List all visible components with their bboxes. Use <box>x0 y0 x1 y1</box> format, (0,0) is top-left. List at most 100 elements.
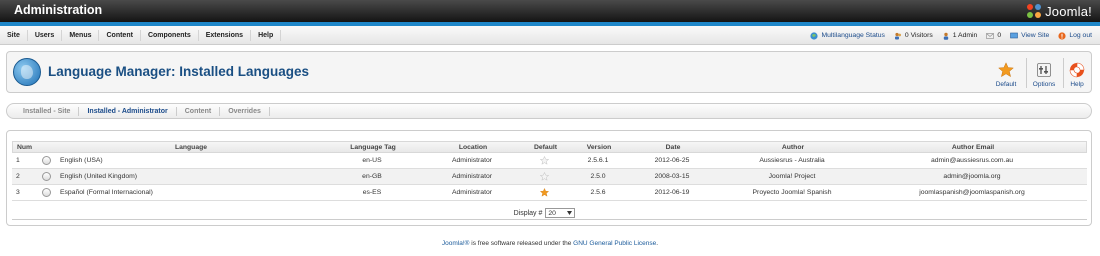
multilanguage-status-link[interactable]: Multilanguage Status <box>810 31 885 40</box>
col-language[interactable]: Language <box>61 142 321 152</box>
admin-header: Administration Joomla! <box>0 0 1100 22</box>
row-author-email: admin@aussiesrus.com.au <box>930 157 1014 164</box>
row-author: Joomla! Project <box>768 173 816 180</box>
row-author: Aussiesrus - Australia <box>759 157 825 164</box>
multilanguage-status-label: Multilanguage Status <box>821 32 885 39</box>
language-subnav: Installed - Site Installed - Administrat… <box>6 103 1092 119</box>
table-row: 3 Español (Formal Internacional) es-ES Admi… <box>12 185 1087 201</box>
row-default-toggle[interactable] <box>522 169 567 184</box>
gpl-license-link[interactable]: GNU General Public License <box>573 240 656 247</box>
options-button-label: Options <box>1032 81 1056 88</box>
display-label: Display # <box>513 209 543 217</box>
admin-user-icon <box>943 32 948 40</box>
view-site-link[interactable]: View Site <box>1010 32 1049 40</box>
set-default-star-icon <box>540 172 549 181</box>
help-button[interactable]: Help <box>1066 56 1088 89</box>
row-location: Administrator <box>451 157 493 164</box>
row-default-toggle[interactable] <box>522 185 567 200</box>
row-select-radio[interactable] <box>42 169 51 184</box>
help-button-label: Help <box>1070 81 1084 88</box>
default-button-label: Default <box>995 81 1017 88</box>
admins-count: 1 Admin <box>942 32 978 40</box>
options-button[interactable]: Options <box>1029 56 1059 89</box>
row-location: Administrator <box>451 189 493 196</box>
row-author-email: joomlaspanish@joomlaspanish.org <box>919 189 1025 196</box>
row-date: 2008-03-15 <box>654 173 690 180</box>
visitors-count: 0 Visitors <box>894 32 933 40</box>
admins-label: 1 Admin <box>952 32 978 39</box>
menu-content[interactable]: Content <box>99 30 141 41</box>
default-star-icon <box>540 188 549 197</box>
toolbar-divider <box>1063 58 1064 88</box>
menu-extensions[interactable]: Extensions <box>199 30 252 41</box>
logout-label: Log out <box>1069 32 1092 39</box>
col-author[interactable]: Author <box>733 142 853 152</box>
tab-content[interactable]: Content <box>177 106 221 116</box>
visitors-label: 0 Visitors <box>904 32 933 39</box>
languages-panel: Num Language Language Tag Location Defau… <box>6 130 1092 226</box>
col-language-tag[interactable]: Language Tag <box>333 142 413 152</box>
help-lifebuoy-icon <box>1069 62 1085 78</box>
col-author-email[interactable]: Author Email <box>873 142 1073 152</box>
menu-help[interactable]: Help <box>251 30 282 41</box>
row-language-name: English (USA) <box>60 157 103 164</box>
joomla-logo[interactable]: Joomla! <box>1027 2 1092 20</box>
pagination-display: Display # 20 <box>7 207 1082 219</box>
default-button[interactable]: Default <box>992 56 1020 89</box>
row-select-radio[interactable] <box>42 153 51 168</box>
row-num: 3 <box>16 189 20 196</box>
row-select-radio[interactable] <box>42 185 51 200</box>
globe-icon <box>810 31 819 40</box>
table-row: 2 English (United Kingdom) en-GB Administra… <box>12 169 1087 185</box>
row-num: 2 <box>16 173 20 180</box>
tab-installed-site[interactable]: Installed - Site <box>15 106 80 116</box>
footer-suffix: . <box>656 240 659 247</box>
row-language-tag: en-US <box>362 157 382 164</box>
status-bar: Multilanguage Status 0 Visitors 1 Admin … <box>810 26 1092 45</box>
main-menu: Site Users Menus Content Components Exte… <box>0 26 282 45</box>
joomla-link[interactable]: Joomla!® <box>442 240 470 247</box>
messages-label: 0 <box>997 32 1002 39</box>
language-manager-icon <box>13 58 41 86</box>
menu-site[interactable]: Site <box>0 30 28 41</box>
display-limit-value: 20 <box>548 209 556 217</box>
messages-count[interactable]: 0 <box>986 32 1001 40</box>
row-language-name: English (United Kingdom) <box>60 173 138 180</box>
mail-icon <box>986 32 995 39</box>
menu-components[interactable]: Components <box>141 30 199 41</box>
col-default[interactable]: Default <box>523 142 568 152</box>
view-site-label: View Site <box>1021 32 1050 39</box>
footer-text: is free software released under the <box>469 240 574 247</box>
row-author: Proyecto Joomla! Spanish <box>752 189 832 196</box>
row-language-tag: en-GB <box>362 173 382 180</box>
menu-bar: Site Users Menus Content Components Exte… <box>0 26 1100 45</box>
logout-link[interactable]: Log out <box>1058 31 1092 40</box>
page-footer: Joomla!® is free software released under… <box>0 240 1100 247</box>
row-date: 2012-06-19 <box>654 189 690 196</box>
page-title: Language Manager: Installed Languages <box>48 64 310 79</box>
joomla-logo-icon <box>1027 3 1042 19</box>
row-num: 1 <box>16 157 20 164</box>
col-num[interactable]: Num <box>17 142 32 152</box>
logout-icon <box>1058 31 1066 40</box>
menu-users[interactable]: Users <box>28 30 63 41</box>
admin-title: Administration <box>14 3 103 17</box>
row-version: 2.5.6.1 <box>587 157 609 164</box>
row-language-tag: es-ES <box>362 189 382 196</box>
row-version: 2.5.6 <box>590 189 606 196</box>
table-header-row: Num Language Language Tag Location Defau… <box>12 141 1087 153</box>
chevron-down-icon <box>567 211 573 215</box>
table-row: 1 English (USA) en-US Administrator 2.5.6.1 2… <box>12 153 1087 169</box>
tab-installed-administrator[interactable]: Installed - Administrator <box>79 106 177 116</box>
joomla-logo-text: Joomla! <box>1045 3 1092 19</box>
tab-overrides[interactable]: Overrides <box>220 106 270 116</box>
monitor-icon <box>1010 32 1018 38</box>
display-limit-select[interactable]: 20 <box>545 208 576 218</box>
row-date: 2012-06-25 <box>654 157 690 164</box>
col-date[interactable]: Date <box>633 142 713 152</box>
col-location[interactable]: Location <box>433 142 513 152</box>
page-toolbar: Language Manager: Installed Languages De… <box>6 51 1092 93</box>
row-default-toggle[interactable] <box>522 153 567 168</box>
col-version[interactable]: Version <box>575 142 623 152</box>
menu-menus[interactable]: Menus <box>62 30 100 41</box>
